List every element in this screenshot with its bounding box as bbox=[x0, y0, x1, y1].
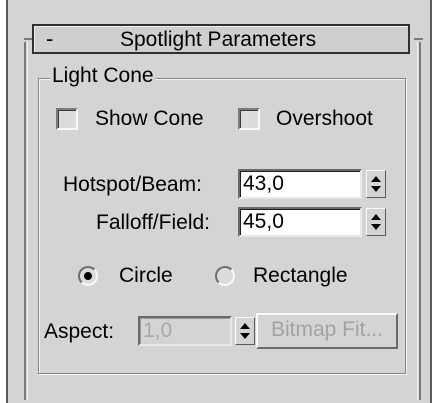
rectangle-radio[interactable] bbox=[215, 266, 235, 286]
show-cone-label[interactable]: Show Cone bbox=[95, 107, 204, 131]
hotspot-input[interactable]: 43,0 bbox=[238, 169, 362, 199]
hotspot-label: Hotspot/Beam: bbox=[63, 173, 202, 196]
falloff-label: Falloff/Field: bbox=[96, 211, 210, 234]
overshoot-checkbox[interactable] bbox=[238, 108, 260, 130]
spinner-down-icon bbox=[371, 224, 381, 230]
panel-right-edge bbox=[432, 0, 438, 403]
light-cone-group-label: Light Cone bbox=[50, 64, 156, 88]
spinner-down-icon bbox=[240, 333, 250, 339]
collapse-icon: - bbox=[46, 26, 54, 51]
hotspot-spinner[interactable] bbox=[366, 170, 386, 198]
aspect-label: Aspect: bbox=[44, 320, 115, 343]
rollout-frame-tick-right bbox=[414, 38, 423, 40]
show-cone-checkbox[interactable] bbox=[56, 108, 78, 130]
overshoot-label[interactable]: Overshoot bbox=[276, 107, 373, 131]
rollout-title: Spotlight Parameters bbox=[120, 28, 317, 51]
rollout-header-button[interactable]: - Spotlight Parameters bbox=[32, 24, 410, 54]
rollout-frame-tick-left bbox=[24, 38, 32, 40]
spinner-up-icon bbox=[240, 323, 250, 329]
circle-label[interactable]: Circle bbox=[119, 264, 173, 288]
falloff-input[interactable]: 45,0 bbox=[238, 207, 362, 237]
panel-right-divider bbox=[430, 0, 432, 403]
circle-radio[interactable] bbox=[78, 266, 98, 286]
spinner-down-icon bbox=[371, 186, 381, 192]
falloff-spinner[interactable] bbox=[366, 208, 386, 236]
aspect-input[interactable]: 1,0 bbox=[138, 316, 232, 346]
aspect-spinner[interactable] bbox=[235, 317, 255, 345]
spinner-up-icon bbox=[371, 214, 381, 220]
command-panel: - Spotlight Parameters Light Cone Show C… bbox=[0, 0, 438, 403]
spinner-up-icon bbox=[371, 176, 381, 182]
radio-selected-dot bbox=[84, 272, 92, 280]
rectangle-label[interactable]: Rectangle bbox=[253, 264, 348, 288]
panel-left-divider bbox=[6, 0, 8, 403]
bitmap-fit-button[interactable]: Bitmap Fit... bbox=[256, 313, 398, 349]
